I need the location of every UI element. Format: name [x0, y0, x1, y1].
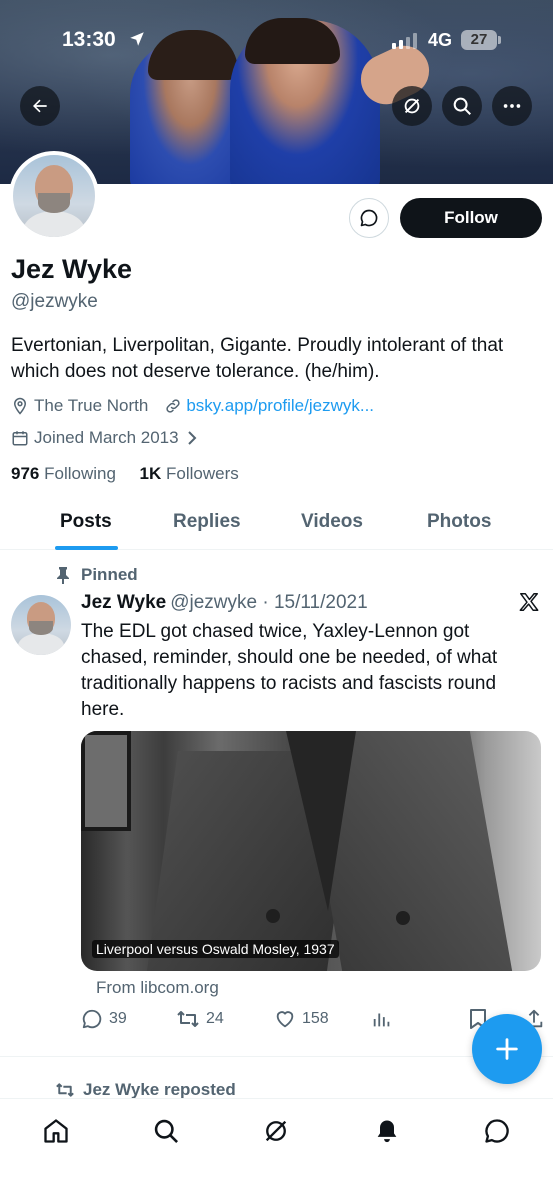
tab-photos[interactable]: Photos [427, 511, 491, 533]
plus-icon [496, 1038, 518, 1060]
views-button[interactable] [371, 1008, 393, 1030]
location-arrow-icon [128, 30, 146, 53]
tab-replies[interactable]: Replies [173, 511, 241, 533]
message-icon [360, 209, 378, 227]
profile-tabs: Posts Replies Videos Photos [0, 503, 553, 550]
profile-name: Jez Wyke [11, 254, 133, 284]
post-date[interactable]: 15/11/2021 [274, 592, 368, 613]
heart-icon [276, 1011, 294, 1028]
status-time: 13:30 [62, 28, 116, 51]
image-frame [81, 731, 131, 831]
status-bar: 13:30 4G 27 [0, 22, 553, 62]
nav-grok[interactable] [256, 1111, 296, 1151]
tab-posts[interactable]: Posts [60, 511, 112, 533]
following-link[interactable]: 976 Following [11, 464, 116, 483]
reposted-label: Jez Wyke reposted [83, 1080, 236, 1099]
network-type: 4G [428, 30, 453, 50]
profile-meta-row: The True North bsky.app/profile/jezwyk..… [11, 395, 374, 417]
pinned-label: Pinned [81, 565, 138, 584]
pinned-indicator: Pinned [55, 565, 138, 585]
notifications-icon [377, 1120, 397, 1143]
followers-label: Followers [166, 464, 239, 483]
profile-link[interactable]: bsky.app/profile/jezwyk... [186, 396, 374, 416]
pin-icon [57, 567, 69, 584]
home-icon [44, 1119, 68, 1143]
image-coat-button [396, 911, 410, 925]
like-count: 158 [302, 1010, 329, 1027]
reply-icon [82, 1009, 102, 1029]
post-date-separator: · [257, 592, 274, 613]
grok-button[interactable] [392, 86, 432, 126]
battery-icon: 27 [461, 30, 497, 50]
repost-indicator: Jez Wyke reposted [55, 1080, 236, 1100]
repost-icon [56, 1083, 74, 1097]
image-coat-button [266, 909, 280, 923]
like-button[interactable]: 158 [274, 1008, 329, 1030]
avatar-beard [29, 621, 53, 635]
search-icon [453, 97, 471, 115]
compose-button[interactable] [472, 1014, 542, 1084]
post-image[interactable] [81, 731, 541, 971]
x-logo-icon [519, 593, 539, 611]
repost-button[interactable]: 24 [176, 1008, 224, 1030]
following-label: Following [44, 464, 116, 483]
profile-avatar[interactable] [9, 151, 99, 241]
location-pin-icon [13, 397, 27, 415]
profile-joined: Joined March 2013 [34, 428, 179, 447]
avatar-hoodie [18, 633, 64, 655]
views-icon [373, 1013, 390, 1027]
calendar-icon [12, 431, 28, 446]
repost-count: 24 [206, 1010, 224, 1027]
tab-videos[interactable]: Videos [301, 511, 363, 533]
post-author-handle[interactable]: @jezwyke [170, 592, 257, 613]
repost-icon [177, 1011, 199, 1027]
arrow-left-icon [33, 99, 47, 113]
nav-notifications[interactable] [367, 1111, 407, 1151]
reply-button[interactable]: 39 [81, 1008, 127, 1030]
follow-counts: 976 Following 1K Followers [11, 464, 239, 484]
more-button[interactable] [492, 86, 532, 126]
messages-icon [485, 1119, 509, 1143]
link-icon [166, 399, 180, 413]
back-button[interactable] [20, 86, 60, 126]
nav-messages[interactable] [477, 1111, 517, 1151]
chevron-right-icon [187, 431, 197, 445]
profile-joined-row[interactable]: Joined March 2013 [11, 427, 198, 449]
bottom-nav [0, 1098, 553, 1200]
signal-icon [392, 33, 422, 54]
post-author-name[interactable]: Jez Wyke [81, 592, 166, 613]
grok-icon [265, 1120, 287, 1142]
profile-handle: @jezwyke [11, 291, 98, 312]
followers-link[interactable]: 1K Followers [140, 464, 239, 483]
reply-count: 39 [109, 1010, 127, 1027]
nav-home[interactable] [36, 1111, 76, 1151]
profile-location: The True North [34, 396, 149, 415]
search-button[interactable] [442, 86, 482, 126]
message-button[interactable] [349, 198, 389, 238]
link-source[interactable]: From libcom.org [96, 978, 219, 998]
post-text: The EDL got chased twice, Yaxley-Lennon … [81, 621, 498, 720]
grok-icon [404, 98, 420, 114]
post-divider [0, 1056, 553, 1057]
follow-button[interactable]: Follow [400, 198, 542, 238]
post-author-avatar[interactable] [11, 595, 71, 655]
battery-tip [498, 36, 501, 44]
nav-search[interactable] [146, 1111, 186, 1151]
post-header: Jez Wyke @jezwyke · 15/11/2021 [81, 592, 368, 614]
followers-count: 1K [139, 464, 162, 483]
more-icon [503, 104, 521, 108]
avatar-hoodie [23, 211, 85, 237]
active-tab-indicator [55, 546, 118, 550]
profile-bio: Evertonian, Liverpolitan, Gigante. Proud… [11, 335, 504, 382]
following-count: 976 [11, 464, 40, 483]
image-caption: Liverpool versus Oswald Mosley, 1937 [92, 940, 339, 958]
search-icon [154, 1119, 178, 1143]
avatar-beard [38, 193, 70, 213]
